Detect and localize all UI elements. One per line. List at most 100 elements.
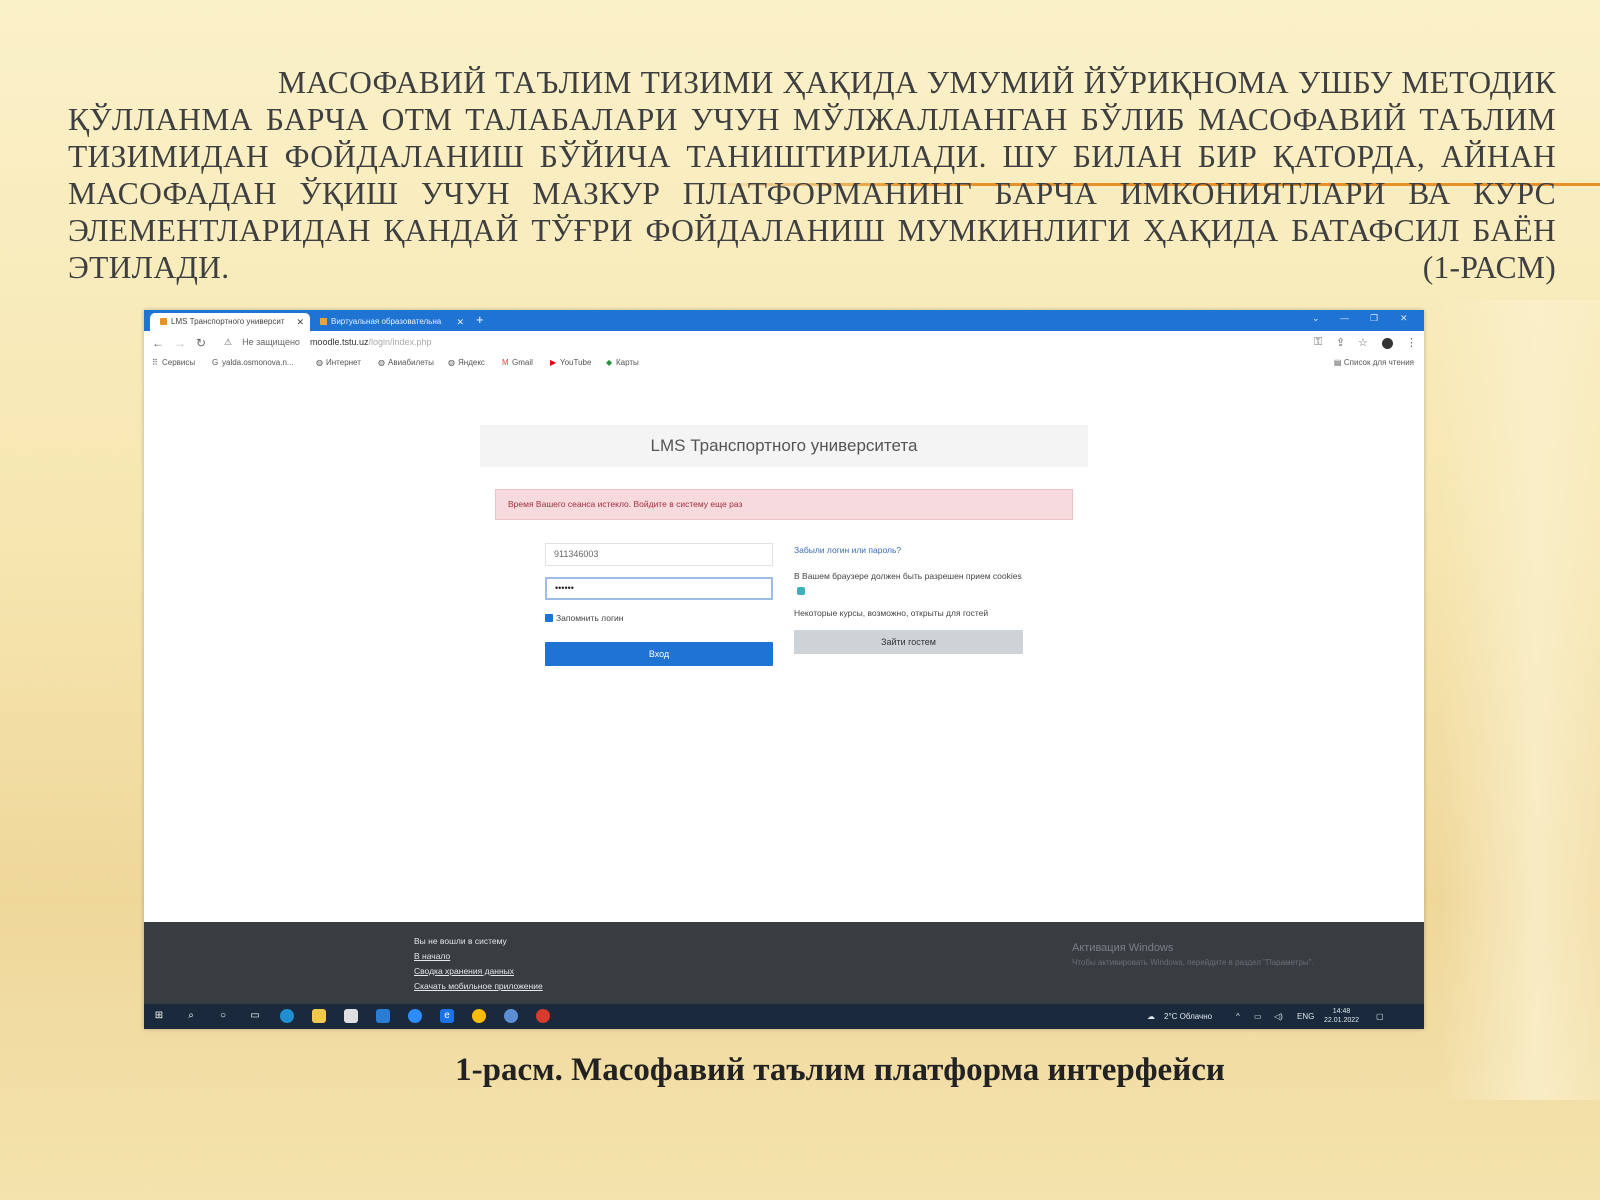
app-icon[interactable] — [504, 1009, 518, 1023]
screenshot-browser-window: LMS Транспортного университ ✕ Виртуальна… — [144, 310, 1424, 1029]
search-icon[interactable]: ⌕ — [184, 1009, 198, 1023]
cookies-note: В Вашем браузере должен быть разрешен пр… — [794, 569, 1024, 599]
not-logged-in-text: Вы не вошли в систему — [414, 936, 507, 946]
slide-body-text: МАСОФАВИЙ ТАЪЛИМ ТИЗИМИ ҲАҚИДА УМУМИЙ ЙЎ… — [68, 65, 1556, 285]
close-icon[interactable]: ✕ — [296, 313, 304, 331]
mail-icon[interactable] — [376, 1009, 390, 1023]
taskbar-clock[interactable]: 14:48 22.01.2022 — [1324, 1007, 1359, 1025]
key-icon[interactable]: ⚿ — [1314, 336, 1322, 349]
network-icon[interactable]: ▭ — [1254, 1012, 1262, 1021]
security-label: Не защищено — [242, 337, 300, 347]
site-title: LMS Транспортного университета — [480, 425, 1088, 467]
bookmark-yandex[interactable]: ◍ Яндекс — [448, 358, 485, 367]
windows-start-icon[interactable]: ⊞ — [152, 1009, 166, 1023]
bookmark-google[interactable]: Gyalda.osmonova.n... — [212, 358, 294, 367]
session-expired-alert: Время Вашего сеанса истекло. Войдите в с… — [495, 489, 1073, 520]
bookmark-label: Gmail — [512, 358, 533, 367]
url-domain: moodle.tstu.uz — [309, 337, 369, 347]
browser-e-icon[interactable]: e — [440, 1009, 454, 1023]
tab-lms[interactable]: LMS Транспортного университ ✕ — [150, 313, 310, 331]
bookmark-label: Интернет — [326, 358, 361, 367]
bookmark-label: Яндекс — [458, 358, 485, 367]
tray-chevron-icon[interactable]: ^ — [1236, 1012, 1240, 1021]
reading-list-icon: ▤ — [1333, 358, 1342, 367]
star-icon[interactable]: ☆ — [1358, 336, 1368, 349]
powerpoint-icon[interactable] — [536, 1009, 550, 1023]
profile-avatar[interactable] — [1382, 338, 1393, 349]
windows-activation-title: Активация Windows — [1072, 942, 1174, 954]
remember-login-label: Запомнить логин — [556, 613, 624, 623]
bookmark-youtube[interactable]: ▶ YouTube — [550, 358, 591, 367]
apps-icon: ⠿ — [152, 358, 158, 367]
bookmark-internet[interactable]: ◍ Интернет — [316, 358, 361, 367]
edge-icon[interactable] — [280, 1009, 294, 1023]
store-icon[interactable] — [344, 1009, 358, 1023]
password-input[interactable]: •••••• — [545, 577, 773, 600]
bookmark-gmail[interactable]: M Gmail — [502, 358, 533, 367]
maps-icon: ◆ — [606, 358, 613, 367]
weather-text[interactable]: 2°C Облачно — [1164, 1012, 1212, 1021]
zoom-icon[interactable] — [408, 1009, 422, 1023]
data-retention-link[interactable]: Сводка хранения данных — [414, 966, 514, 976]
username-input[interactable]: 911346003 — [545, 543, 773, 566]
bookmark-label: Авиабилеты — [388, 358, 434, 367]
tab-virtual[interactable]: Виртуальная образовательна ✕ — [310, 313, 470, 331]
google-icon: G — [212, 358, 219, 367]
url-field[interactable]: ⚠ Не защищено moodle.tstu.uz/login/index.p… — [224, 337, 432, 348]
reading-list-label: Список для чтения — [1343, 358, 1414, 367]
warning-icon: ⚠ — [224, 337, 233, 347]
language-indicator[interactable]: ENG — [1297, 1012, 1314, 1021]
youtube-icon: ▶ — [550, 358, 557, 367]
bookmark-avia[interactable]: ◍ Авиабилеты — [378, 358, 434, 367]
back-icon[interactable]: ← — [152, 336, 164, 350]
minimize-icon[interactable]: — — [1340, 313, 1349, 323]
checkbox-checked-icon[interactable] — [545, 614, 553, 622]
more-menu-icon[interactable]: ⋮ — [1406, 336, 1417, 349]
guest-note: Некоторые курсы, возможно, открыты для г… — [794, 608, 989, 618]
bookmark-label: yalda.osmonova.n... — [222, 358, 294, 367]
weather-icon[interactable]: ☁ — [1147, 1012, 1155, 1021]
bookmark-maps[interactable]: ◆ Карты — [606, 358, 639, 367]
reload-icon[interactable]: ↻ — [196, 336, 206, 350]
remember-login-checkbox[interactable]: Запомнить логин — [545, 613, 624, 623]
tab-lms-label: LMS Транспортного университ — [171, 317, 285, 326]
help-icon[interactable] — [797, 587, 805, 595]
chevron-down-icon[interactable]: ⌄ — [1312, 313, 1320, 324]
guest-login-button[interactable]: Зайти гостем — [794, 630, 1023, 654]
globe-icon: ◍ — [448, 358, 455, 367]
tab-virtual-label: Виртуальная образовательна — [331, 317, 442, 326]
notification-icon[interactable]: ▢ — [1376, 1012, 1384, 1021]
home-link[interactable]: В начало — [414, 951, 450, 961]
forgot-password-link[interactable]: Забыли логин или пароль? — [794, 545, 901, 555]
windows-taskbar: ⊞ ⌕ ○ ▭ e ☁ 2°C Облачно ^ ▭ ◁) ENG 14:48… — [144, 1004, 1424, 1029]
globe-icon: ◍ — [316, 358, 323, 367]
new-tab-button[interactable]: + — [476, 312, 484, 327]
slide-side-glow — [1440, 300, 1600, 1100]
bookmark-services[interactable]: ⠿ Сервисы — [152, 358, 195, 367]
gmail-icon: M — [502, 358, 509, 367]
globe-icon: ◍ — [378, 358, 385, 367]
task-view-icon[interactable]: ▭ — [248, 1009, 262, 1023]
browser-tab-bar: LMS Транспортного университ ✕ Виртуальна… — [144, 310, 1424, 331]
bookmark-label: YouTube — [560, 358, 592, 367]
reading-list[interactable]: ▤ Список для чтения — [1334, 358, 1414, 367]
share-icon[interactable]: ⇪ — [1336, 336, 1345, 349]
login-button[interactable]: Вход — [545, 642, 773, 666]
close-window-icon[interactable]: ✕ — [1400, 313, 1408, 324]
windows-activation-sub: Чтобы активировать Windows, перейдите в … — [1072, 958, 1314, 967]
volume-icon[interactable]: ◁) — [1274, 1012, 1283, 1021]
moodle-icon — [160, 318, 167, 325]
bookmark-label: Карты — [616, 358, 639, 367]
close-icon[interactable]: ✕ — [456, 313, 464, 331]
clock-time: 14:48 — [1332, 1008, 1351, 1015]
forward-icon[interactable]: → — [174, 336, 186, 350]
cortana-icon[interactable]: ○ — [216, 1009, 230, 1023]
chrome-icon[interactable] — [472, 1009, 486, 1023]
maximize-icon[interactable]: ❐ — [1370, 313, 1378, 324]
file-explorer-icon[interactable] — [312, 1009, 326, 1023]
cookies-note-text: В Вашем браузере должен быть разрешен пр… — [794, 571, 1022, 581]
figure-caption: 1-расм. Масофавий таълим платформа интер… — [455, 1052, 1225, 1088]
clock-date: 22.01.2022 — [1324, 1017, 1360, 1024]
address-bar: ← → ↻ ⚠ Не защищено moodle.tstu.uz/login/i… — [144, 331, 1424, 356]
mobile-app-link[interactable]: Скачать мобильное приложение — [414, 981, 543, 991]
